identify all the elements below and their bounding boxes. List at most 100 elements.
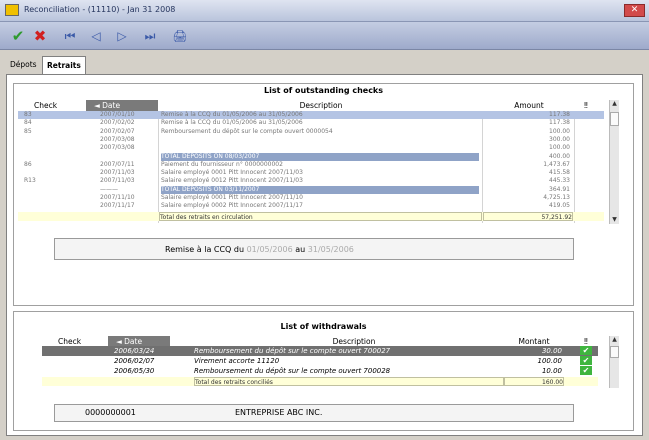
table-row[interactable]: 2006/05/30 Remboursement du dépôt sur le… [42,366,598,376]
row-description: Remboursement du dépôt sur le compte ouv… [194,367,391,375]
row-description: Salaire employé 0002 Pitt Innocent 2007/… [161,202,303,210]
row-date: 2007/11/17 [100,202,135,210]
table-row[interactable]: 2007/11/03 Salaire employé 0001 Pitt Inn… [18,169,604,177]
print-icon[interactable]: 🖨 [170,26,190,46]
row-date: 2006/03/24 [114,347,155,355]
table-row[interactable]: 2007/03/08 100.00 [18,144,604,152]
column-header-date-label: Date [124,337,143,346]
row-date: 2007/02/02 [100,119,135,127]
scroll-up-icon[interactable]: ▲ [610,100,619,108]
withdrawals-group: List of withdrawals Check ◄ Date Descrip… [13,311,634,431]
table-row[interactable]: 2006/02/07 Virement accorte 11120 100.00 [42,356,598,366]
scroll-down-icon[interactable]: ▼ [610,216,619,224]
row-date: ——— [100,185,118,193]
tab-depots[interactable]: Dépots [6,56,41,73]
total-label: Total des retraits conciliés [194,377,504,386]
table-row[interactable]: 2007/11/17 Salaire employé 0002 Pitt Inn… [18,202,604,210]
row-description: TOTAL DEPOSITS ON 08/03/2007 [161,152,479,161]
row-amount: 4,725.13 [543,194,570,201]
column-header-date[interactable]: ◄ Date [86,100,158,111]
row-amount: 415.58 [549,169,570,177]
toolbar: ✔ ✖ ⏮ ◁ ▷ ⏭ 🖨 [0,22,649,50]
row-description: Virement accorte 11120 [194,357,280,365]
x-icon[interactable]: ✖ [30,26,50,46]
footer-account: 0000000001 [85,408,136,417]
withdrawals-title: List of withdrawals [280,322,367,331]
scroll-thumb[interactable] [610,112,619,126]
column-header-amount[interactable]: Amount [484,100,574,111]
checks-scrollbar[interactable]: ▲ ▼ [609,100,619,224]
column-header-flag[interactable]: ‼ [576,100,596,111]
row-amount: 100.00 [537,357,563,365]
row-date: 2007/11/10 [100,194,135,201]
row-amount: 419.05 [549,202,570,210]
row-check: 84 [24,119,32,127]
reconciled-checkbox[interactable]: ✔ [580,366,592,375]
row-description: Paiement du fournisseur n° 0000000002 [161,160,283,168]
table-row[interactable]: 85 2007/02/07 Remboursement du dépôt sur… [18,128,604,136]
table-row[interactable]: R13 2007/11/03 Salaire employé 0012 Pitt… [18,177,604,185]
column-header-check[interactable]: Check [26,100,86,111]
row-date: 2007/03/08 [100,135,135,143]
check-icon[interactable]: ✔ [8,26,28,46]
row-amount: 400.00 [549,152,570,160]
table-row[interactable]: 86 2007/07/11 Paiement du fournisseur n°… [18,161,604,169]
row-date: 2007/11/03 [100,169,135,177]
row-amount: 100.00 [549,144,570,152]
next-icon[interactable]: ▷ [112,26,132,46]
first-icon[interactable]: ⏮ [60,26,80,46]
total-row: Total des retraits conciliés 160.00 [42,377,598,386]
row-description: Remise à la CCQ du 01/05/2006 au 31/05/2… [161,111,303,118]
row-amount: 1,473.67 [543,160,570,168]
table-row[interactable]: 84 2007/02/02 Remise à la CCQ du 01/05/2… [18,119,604,127]
table-row[interactable]: 2007/11/10 Salaire employé 0001 Pitt Inn… [18,194,604,202]
last-icon[interactable]: ⏭ [140,26,160,46]
reconciled-checkbox[interactable]: ✔ [580,346,592,355]
table-row[interactable]: 2007/03/08 300.00 [18,136,604,144]
title-bar: Reconciliation - (11110) - Jan 31 2008 ✕ [0,0,649,22]
column-header-date-label: Date [102,101,121,110]
prev-icon[interactable]: ◁ [86,26,106,46]
withdrawals-scrollbar[interactable]: ▲ [609,336,619,388]
row-amount: 445.33 [549,177,570,185]
main-panel: List of outstanding checks Check ◄ Date … [6,74,643,436]
row-date: 2007/02/07 [100,127,135,135]
reconciled-checkbox[interactable]: ✔ [580,356,592,365]
summary-middle: au [295,245,306,254]
table-row[interactable]: ——— TOTAL DEPOSITS ON 03/11/2007 364.91 [18,185,604,194]
tab-retraits[interactable]: Retraits [42,56,86,74]
close-button[interactable]: ✕ [624,4,645,17]
footer-company: ENTREPRISE ABC INC. [235,408,323,417]
row-date: 2007/07/11 [100,160,135,168]
row-description: Salaire employé 0012 Pitt Innocent 2007/… [161,177,303,185]
summary-prefix: Remise à la CCQ du [165,245,245,254]
scroll-up-icon[interactable]: ▲ [610,336,619,344]
row-date: 2007/03/08 [100,144,135,152]
selected-check-summary: Remise à la CCQ du 01/05/2006 au 31/05/2… [54,238,574,260]
table-row[interactable]: 83 2007/01/10 Remise à la CCQ du 01/05/2… [18,111,604,120]
row-amount: 117.38 [549,119,570,127]
total-label: Total des retraits en circulation [159,211,482,221]
table-row[interactable]: TOTAL DEPOSITS ON 08/03/2007 400.00 [18,152,604,161]
row-amount: 364.91 [549,185,570,193]
total-row: Total des retraits en circulation 57,251… [18,211,604,221]
row-date: 2006/05/30 [114,367,155,375]
summary-from: 01/05/2006 [246,245,293,254]
row-check: 85 [24,127,32,135]
summary-to: 31/05/2006 [307,245,354,254]
table-row[interactable]: 2006/03/24 Remboursement du dépôt sur le… [42,346,598,356]
row-amount: 300.00 [549,135,570,143]
outstanding-checks-group: List of outstanding checks Check ◄ Date … [13,83,634,306]
outstanding-checks-grid: 83 2007/01/10 Remise à la CCQ du 01/05/2… [18,111,604,223]
row-date: 2006/02/07 [114,357,155,365]
column-header-description[interactable]: Description [160,100,482,111]
row-check: R13 [24,177,36,185]
total-amount: 57,251.92 [483,211,573,221]
total-amount: 160.00 [504,377,564,386]
withdrawal-footer: 0000000001 ENTREPRISE ABC INC. [54,404,574,422]
row-check: 86 [24,160,32,168]
outstanding-checks-title: List of outstanding checks [263,86,384,95]
scroll-thumb[interactable] [610,346,619,358]
row-date: 2007/11/03 [100,177,135,185]
row-date: 2007/01/10 [100,111,135,118]
